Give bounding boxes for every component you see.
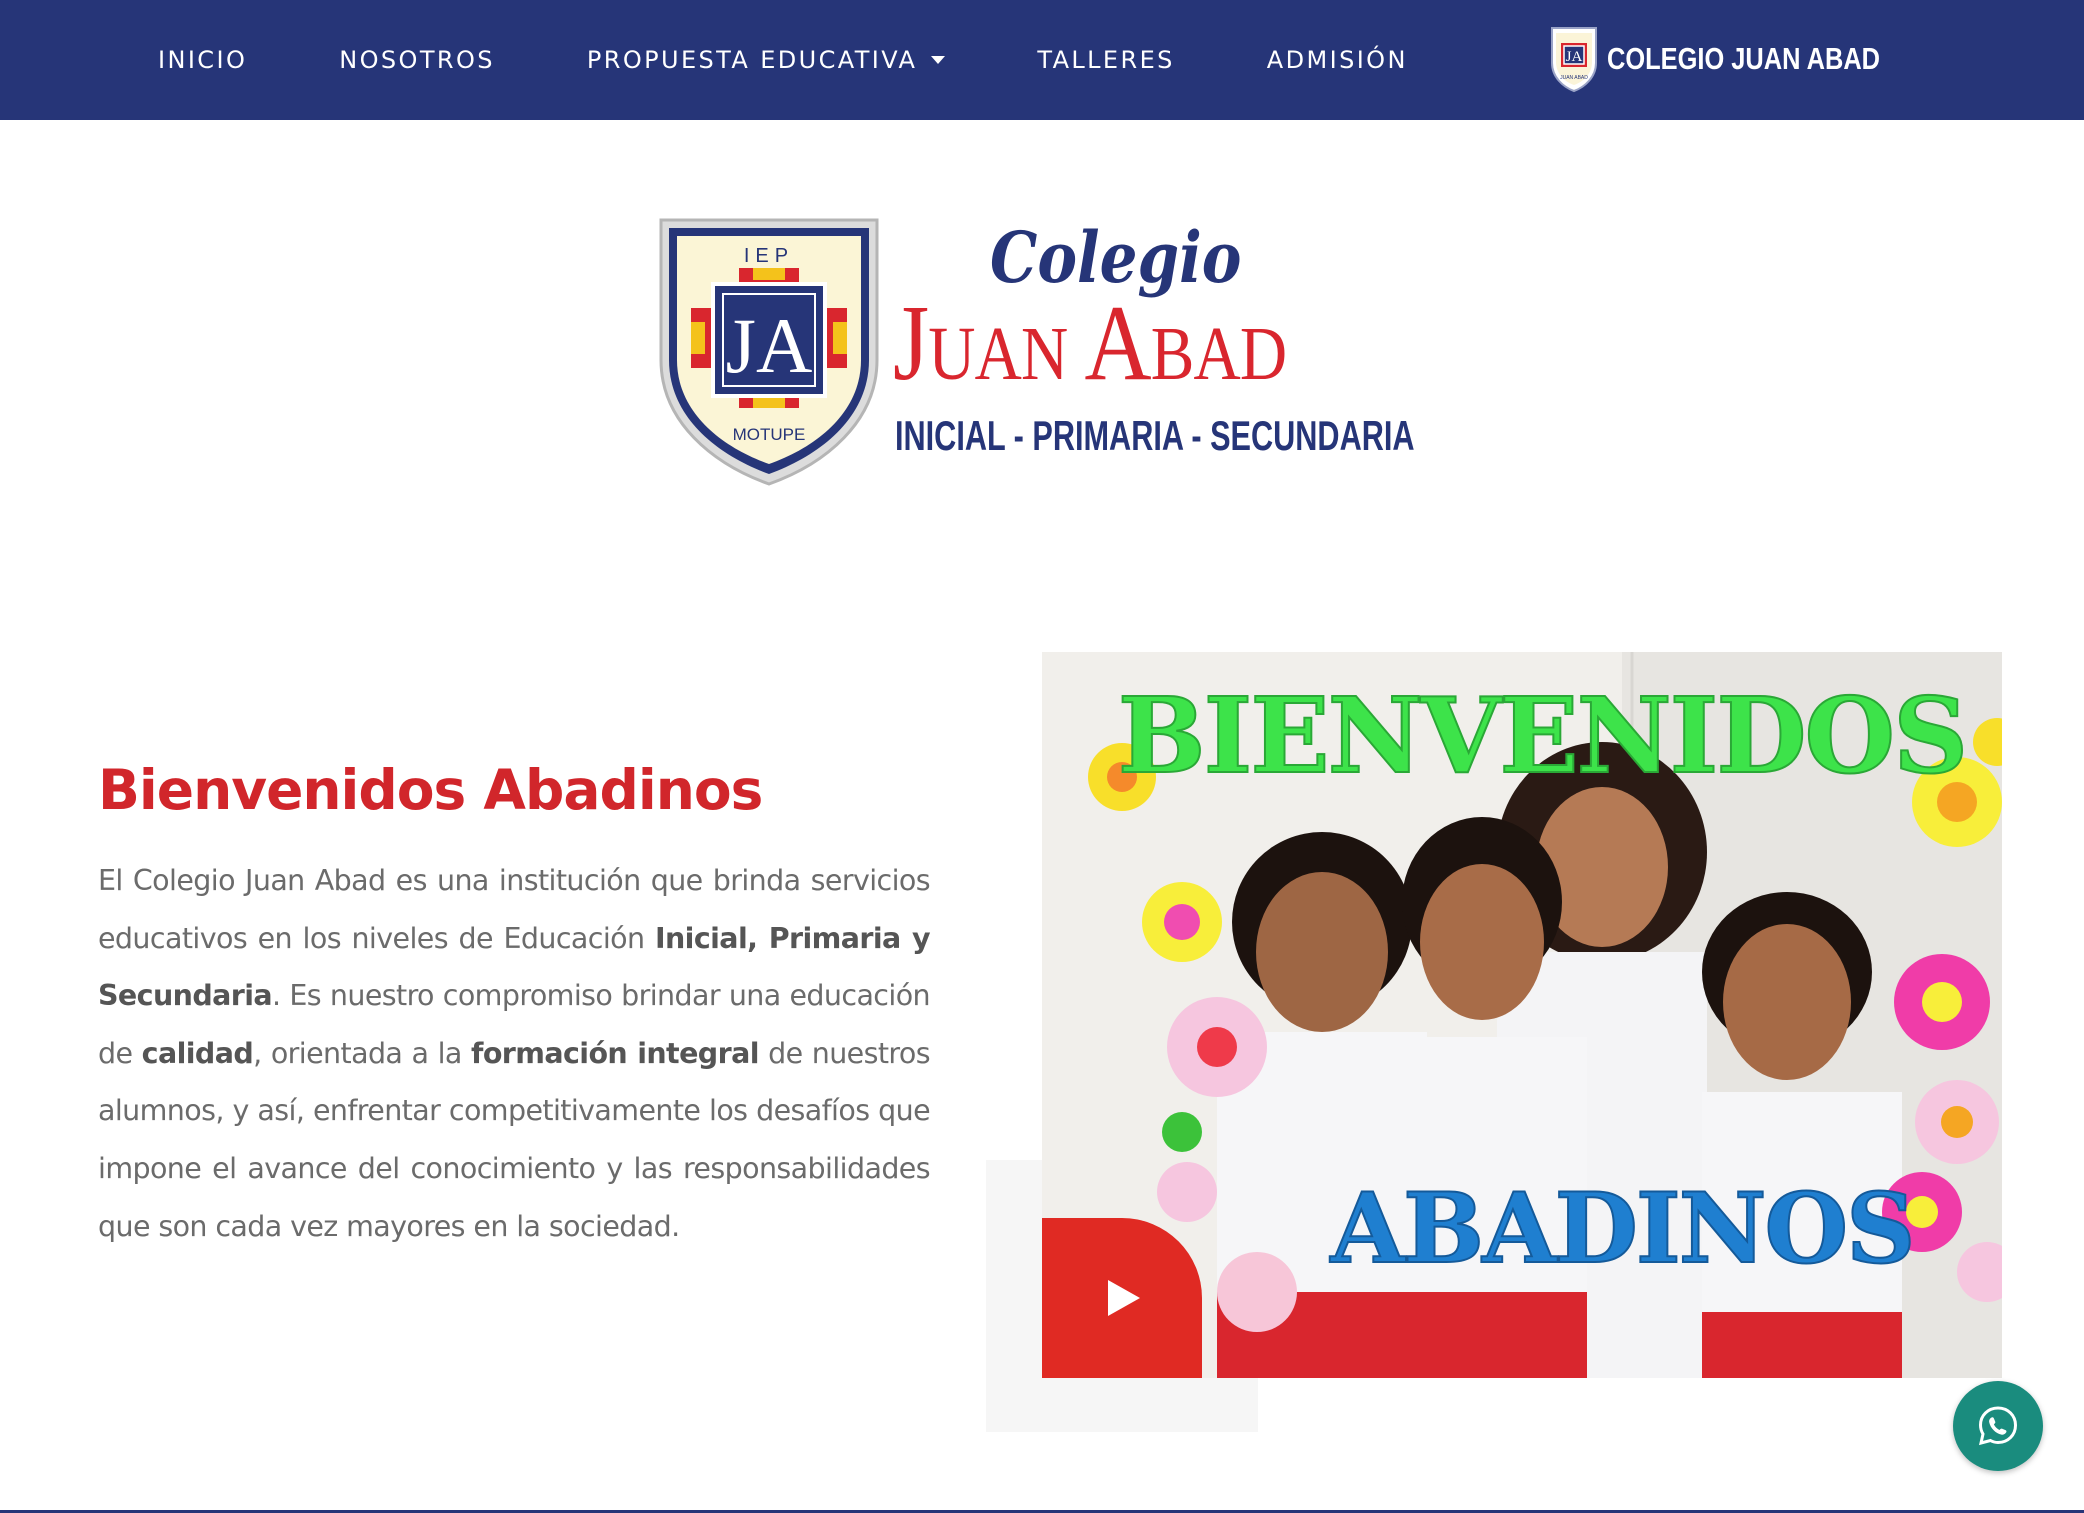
welcome-paragraph: El Colegio Juan Abad es una institución … [98, 852, 931, 1255]
svg-text:ABADINOS: ABADINOS [1330, 1172, 1914, 1285]
svg-text:JA: JA [726, 302, 813, 389]
svg-text:MOTUPE: MOTUPE [733, 425, 806, 444]
play-icon [1108, 1280, 1140, 1316]
nav-brand-logo[interactable]: JA JUAN ABAD COLEGIO JUAN ABAD [1549, 24, 1940, 94]
nav-brand-text: COLEGIO JUAN ABAD [1607, 41, 1881, 76]
welcome-text-3: , orientada a la [253, 1036, 472, 1070]
welcome-bold-calidad: calidad [141, 1036, 254, 1070]
school-crest-icon: JA JUAN ABAD [1551, 27, 1598, 93]
logo-levels-text: INICIAL - PRIMARIA - SECUNDARIA [895, 412, 1415, 459]
svg-text:JA: JA [1566, 49, 1583, 65]
svg-text:BIENVENIDOS: BIENVENIDOS [1118, 674, 1966, 797]
top-navbar: INICIO NOSOTROS PROPUESTA EDUCATIVA TALL… [0, 0, 2084, 120]
logo-school-name: Juan Abad [893, 284, 1287, 403]
school-logo: IEP JA MOTUPE Colegio Juan Abad INICIAL … [655, 212, 1415, 492]
nav-link-inicio[interactable]: INICIO [158, 46, 247, 74]
video-play-button[interactable] [1042, 1218, 1202, 1378]
nav-link-nosotros[interactable]: NOSOTROS [339, 46, 495, 74]
nav-link-admision[interactable]: ADMISIÓN [1267, 46, 1408, 74]
nav-link-propuesta-label: PROPUESTA EDUCATIVA [586, 46, 918, 74]
whatsapp-icon [1978, 1406, 2018, 1446]
nav-link-talleres[interactable]: TALLERES [1037, 46, 1174, 74]
nav-links: INICIO NOSOTROS PROPUESTA EDUCATIVA TALL… [158, 0, 1500, 120]
nav-link-propuesta-educativa[interactable]: PROPUESTA EDUCATIVA [586, 46, 946, 74]
welcome-title: Bienvenidos Abadinos [98, 758, 763, 822]
svg-text:JUAN ABAD: JUAN ABAD [1560, 75, 1588, 81]
svg-text:IEP: IEP [744, 245, 794, 267]
school-crest-emblem: IEP JA MOTUPE [659, 218, 879, 486]
whatsapp-button[interactable] [1953, 1381, 2043, 1471]
welcome-bold-formacion: formación integral [471, 1036, 759, 1070]
caret-down-icon [931, 56, 946, 64]
